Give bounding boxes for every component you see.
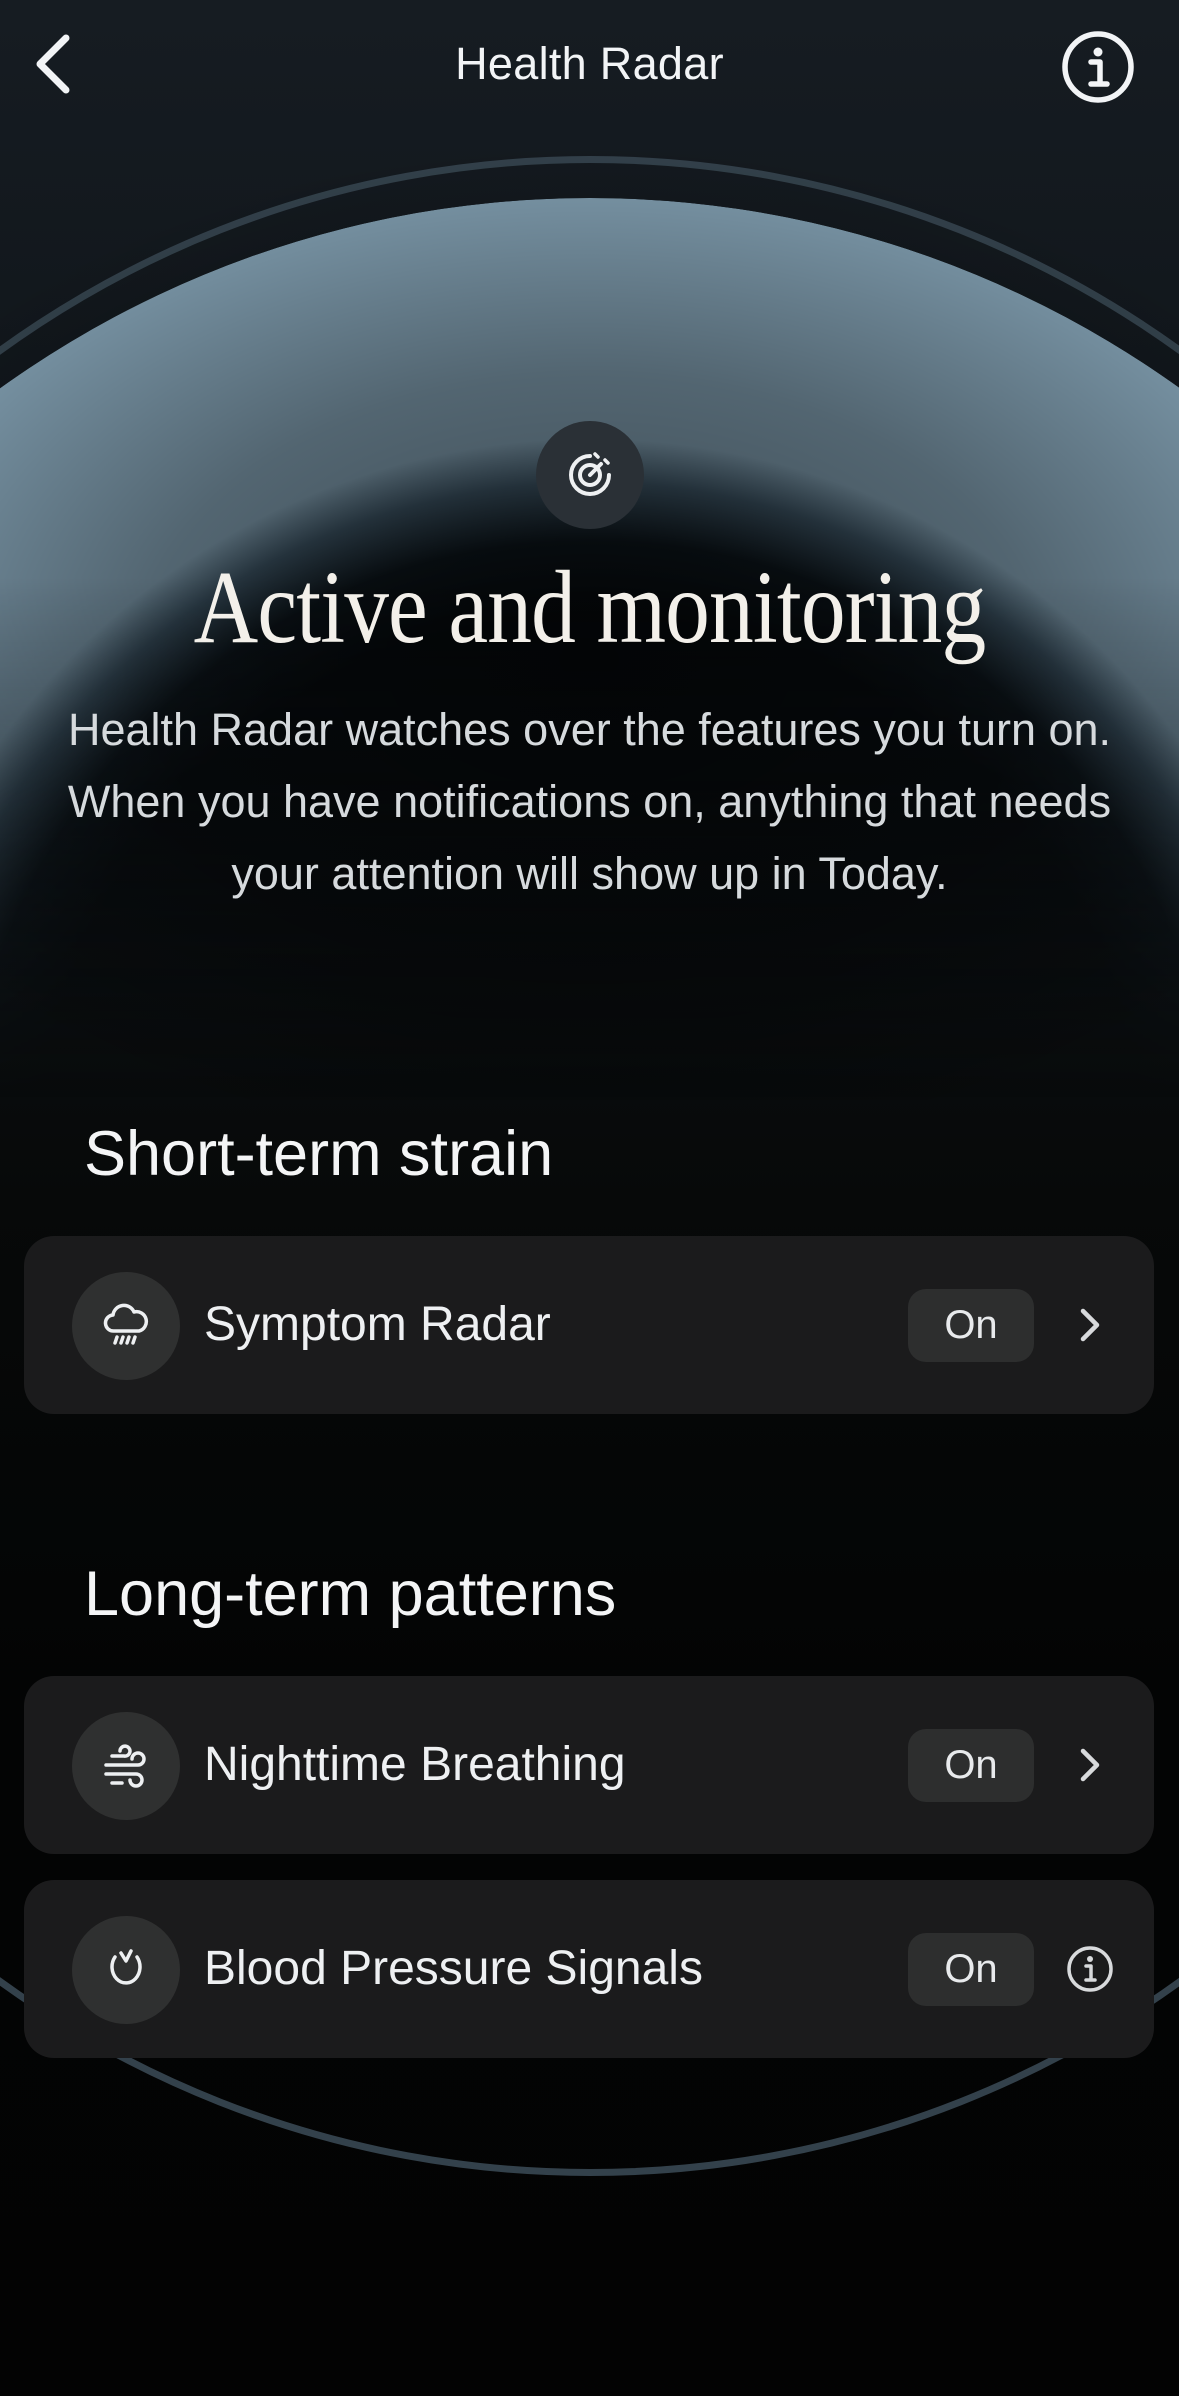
list-item-label: Blood Pressure Signals xyxy=(204,1942,703,1995)
status-pill: On xyxy=(908,1289,1034,1362)
cloud-rain-icon xyxy=(103,1303,149,1345)
status-pill: On xyxy=(908,1729,1034,1802)
card-chevron xyxy=(1062,1737,1118,1793)
section-title-short-term: Short-term strain xyxy=(84,1119,554,1189)
card-chevron xyxy=(1062,1297,1118,1353)
info-circle-icon xyxy=(1067,1946,1113,1992)
health-radar-screen: Health Radar Active and monitoring Healt… xyxy=(0,0,1179,2396)
radar-icon xyxy=(569,452,611,496)
card-icon-badge xyxy=(72,1272,180,1380)
section-title-long-term: Long-term patterns xyxy=(84,1559,617,1629)
list-item-symptom-radar[interactable]: Symptom Radar On xyxy=(24,1236,1154,1414)
radar-badge xyxy=(536,421,644,529)
card-info-button[interactable] xyxy=(1062,1941,1118,1997)
list-item-nighttime-breathing[interactable]: Nighttime Breathing On xyxy=(24,1676,1154,1854)
list-item-label: Nighttime Breathing xyxy=(204,1738,626,1791)
page-title: Health Radar xyxy=(455,38,724,89)
hero-description: Health Radar watches over the features y… xyxy=(67,704,1112,899)
list-item-blood-pressure-signals[interactable]: Blood Pressure Signals On xyxy=(24,1880,1154,2058)
card-icon-badge xyxy=(72,1712,180,1820)
chevron-right-icon xyxy=(1080,1748,1100,1782)
hero-title: Active and monitoring xyxy=(193,550,987,665)
top-bar: Health Radar xyxy=(0,0,1179,140)
heart-pulse-icon xyxy=(110,1949,142,1985)
card-icon-badge xyxy=(72,1916,180,2024)
wind-icon xyxy=(104,1744,146,1788)
list-item-label: Symptom Radar xyxy=(204,1298,551,1351)
chevron-right-icon xyxy=(1080,1308,1100,1342)
status-pill: On xyxy=(908,1933,1034,2006)
info-circle-icon xyxy=(1062,31,1134,103)
info-button[interactable] xyxy=(1061,30,1135,104)
